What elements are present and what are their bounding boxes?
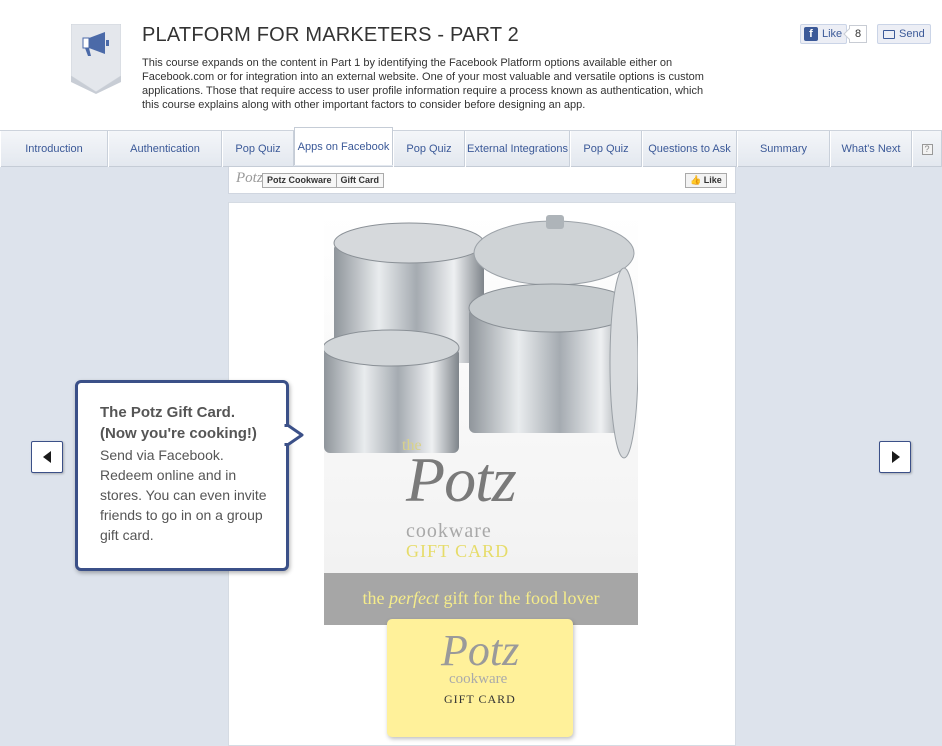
card-cookware-text: cookware	[449, 671, 508, 687]
page-tabs: Potz Cookware Gift Card	[262, 173, 385, 188]
tab-pop-quiz-1[interactable]: Pop Quiz	[222, 131, 294, 167]
slide-content: Potz Potz Cookware Gift Card 👍 Like the …	[0, 167, 942, 746]
brand-giftcard-text: GIFT CARD	[406, 541, 510, 561]
like-label: Like	[822, 28, 843, 40]
facebook-page-bar: Potz Potz Cookware Gift Card 👍 Like	[228, 167, 736, 194]
next-button[interactable]	[879, 441, 911, 473]
page-like-button: 👍 Like	[685, 173, 727, 188]
facebook-icon: f	[804, 27, 818, 41]
callout-heading-1: The Potz Gift Card.	[100, 404, 235, 421]
facebook-like-button[interactable]: f Like	[800, 24, 848, 44]
page-tab-potz-cookware: Potz Cookware	[267, 175, 332, 185]
thumbs-up-icon: 👍	[690, 175, 702, 185]
brand-potz-logo: Potz	[406, 444, 517, 515]
promo-tagline: the perfect gift for the food lover	[324, 573, 638, 625]
facebook-send-button[interactable]: Send	[877, 24, 931, 44]
arrow-left-icon	[43, 451, 51, 463]
tab-external-integrations[interactable]: External Integrations	[465, 131, 570, 167]
tab-label: Questions to Ask	[648, 143, 731, 155]
tab-label: Apps on Facebook	[297, 140, 390, 153]
send-label: Send	[899, 28, 925, 40]
tab-label: External Integrations	[467, 143, 568, 155]
callout-heading-2: (Now you're cooking!)	[100, 425, 257, 442]
tab-label: Introduction	[25, 143, 83, 155]
tagline-suffix: gift for the food lover	[439, 588, 600, 608]
megaphone-icon	[71, 24, 121, 94]
tab-label: Pop Quiz	[406, 143, 452, 155]
tab-label: What's Next	[841, 143, 901, 155]
tab-label: Summary	[759, 143, 808, 155]
tab-summary[interactable]: Summary	[737, 131, 830, 167]
tab-label: Pop Quiz	[235, 143, 281, 155]
callout-box: The Potz Gift Card. (Now you're cooking!…	[75, 380, 289, 571]
brand-cookware-text: cookware	[406, 520, 492, 542]
facebook-page-canvas: the Potz cookware GIFT CARD the perfect …	[228, 202, 736, 746]
tab-authentication[interactable]: Authentication	[108, 131, 222, 167]
card-giftcard-text: GIFT CARD	[444, 692, 516, 706]
potz-mini-logo: Potz	[236, 170, 263, 186]
tagline-emphasis: perfect	[389, 588, 440, 608]
cookware-pots-image	[324, 213, 638, 573]
help-button[interactable]: ?	[912, 131, 942, 167]
tab-label: Pop Quiz	[583, 143, 629, 155]
tab-label: Authentication	[130, 143, 200, 155]
tab-questions-to-ask[interactable]: Questions to Ask	[642, 131, 737, 167]
card-potz-logo: Potz	[441, 626, 520, 675]
course-description: This course expands on the content in Pa…	[142, 57, 704, 111]
tab-introduction[interactable]: Introduction	[0, 131, 108, 167]
gift-card-image: Potz cookware GIFT CARD	[387, 619, 573, 737]
page-like-label: Like	[703, 175, 722, 185]
help-icon: ?	[921, 143, 933, 155]
course-tabs: Introduction Authentication Pop Quiz App…	[0, 127, 942, 167]
page-tab-gift-card: Gift Card	[335, 174, 384, 187]
arrow-right-icon	[892, 451, 900, 463]
tab-apps-on-facebook[interactable]: Apps on Facebook	[294, 127, 393, 165]
product-image: the Potz cookware GIFT CARD the perfect …	[324, 213, 638, 625]
tagline-prefix: the	[362, 588, 390, 608]
page-title: PLATFORM FOR MARKETERS - PART 2	[142, 24, 519, 46]
tab-pop-quiz-3[interactable]: Pop Quiz	[570, 131, 642, 167]
tab-whats-next[interactable]: What's Next	[830, 131, 912, 167]
envelope-icon	[883, 29, 895, 39]
callout-body: Send via Facebook. Redeem online and in …	[100, 447, 267, 543]
previous-button[interactable]	[31, 441, 63, 473]
course-header: PLATFORM FOR MARKETERS - PART 2 This cou…	[0, 0, 942, 130]
callout-pointer	[284, 424, 304, 446]
tab-pop-quiz-2[interactable]: Pop Quiz	[393, 131, 465, 167]
like-count: 8	[849, 25, 868, 43]
